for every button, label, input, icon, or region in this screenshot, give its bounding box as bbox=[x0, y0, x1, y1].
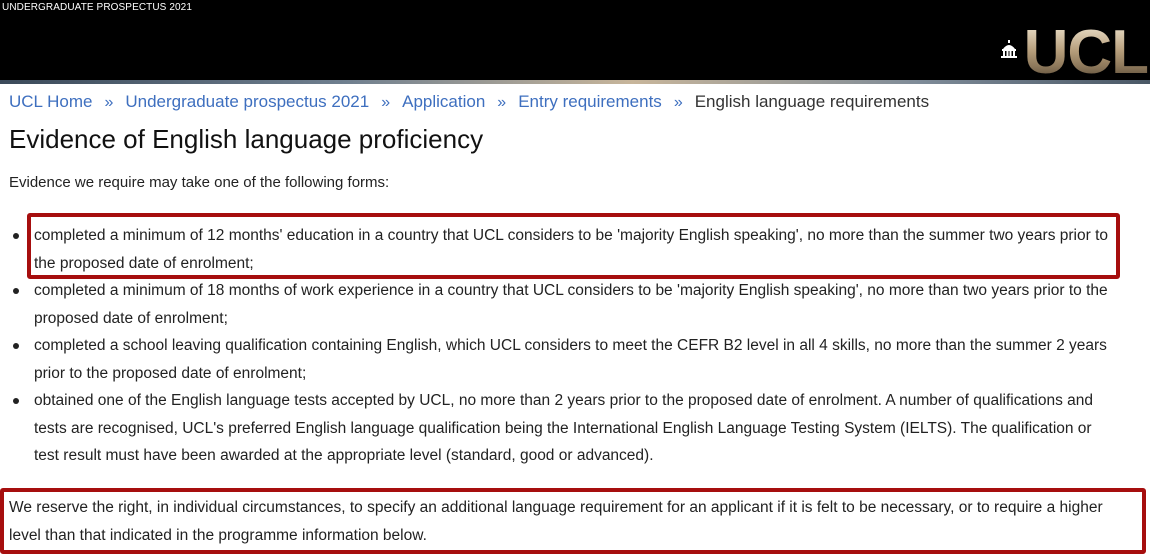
breadcrumb-separator: » bbox=[497, 94, 507, 111]
evidence-item-language-test: obtained one of the English language tes… bbox=[0, 387, 1150, 470]
portico-dome-icon bbox=[1000, 40, 1017, 58]
prospectus-label: UNDERGRADUATE PROSPECTUS 2021 bbox=[2, 2, 192, 13]
evidence-list: completed a minimum of 12 months' educat… bbox=[0, 222, 1150, 470]
site-header: UNDERGRADUATE PROSPECTUS 2021 UCL bbox=[0, 0, 1150, 87]
breadcrumb-separator: » bbox=[104, 94, 114, 111]
header-image-strip bbox=[0, 80, 1150, 84]
page-title: Evidence of English language proficiency bbox=[9, 124, 484, 154]
breadcrumb: UCL Home » Undergraduate prospectus 2021 » A… bbox=[9, 92, 929, 112]
breadcrumb-current: English language requirements bbox=[694, 92, 930, 111]
evidence-item-education: completed a minimum of 12 months' educat… bbox=[0, 222, 1150, 277]
ucl-logo-text: UCL bbox=[1023, 18, 1149, 87]
breadcrumb-link-ucl-home[interactable]: UCL Home bbox=[9, 92, 92, 111]
breadcrumb-separator: » bbox=[381, 94, 391, 111]
ucl-logo[interactable]: UCL bbox=[1000, 18, 1149, 87]
evidence-item-work-experience: completed a minimum of 18 months of work… bbox=[0, 277, 1150, 332]
breadcrumb-link-undergraduate-prospectus[interactable]: Undergraduate prospectus 2021 bbox=[125, 92, 369, 111]
breadcrumb-link-entry-requirements[interactable]: Entry requirements bbox=[518, 92, 662, 111]
breadcrumb-separator: » bbox=[673, 94, 683, 111]
evidence-item-school-qualification: completed a school leaving qualification… bbox=[0, 332, 1150, 387]
reserve-note: We reserve the right, in individual circ… bbox=[9, 499, 1103, 544]
breadcrumb-link-application[interactable]: Application bbox=[402, 92, 485, 111]
intro-text: Evidence we require may take one of the … bbox=[9, 174, 390, 191]
